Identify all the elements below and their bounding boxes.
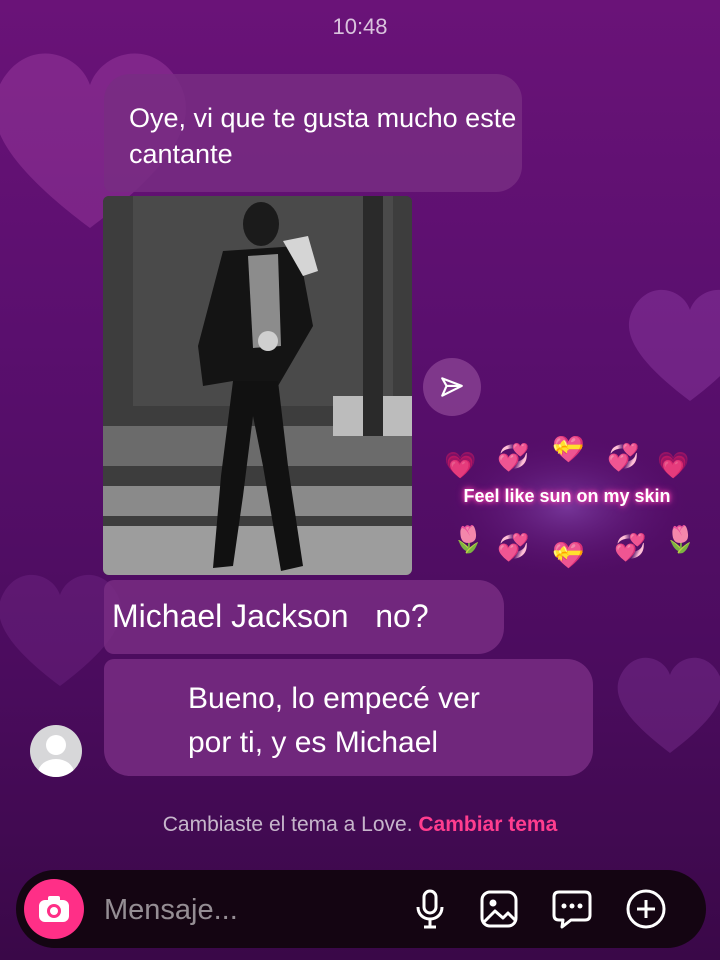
avatar[interactable] [30,725,82,777]
share-button[interactable] [423,358,481,416]
singer-photo-illustration [103,196,412,575]
sticker-text: Feel like sun on my skin [463,486,671,506]
message-timestamp: 10:48 [332,14,388,39]
heart-emoji-icon: 💞 [497,442,530,472]
microphone-button[interactable] [408,887,452,931]
message-text: Oye, vi que te gusta mucho este cantante [129,103,517,169]
microphone-icon [416,889,444,929]
gallery-icon [480,890,518,928]
tulip-emoji-icon: 🌷 [664,524,697,554]
camera-button[interactable] [24,879,84,939]
shared-photo[interactable] [103,196,412,575]
plus-icon [626,889,666,929]
camera-icon [39,896,69,922]
message-composer: Mensaje... [16,870,706,948]
gallery-button[interactable] [477,887,521,931]
add-button[interactable] [624,887,668,931]
background-heart [628,290,720,401]
theme-change-notice: Cambiaste el tema a Love. Cambiar tema [0,813,720,837]
notice-text: Cambiaste el tema a Love. [162,813,413,836]
sticker-icon [552,890,592,929]
heart-emoji-icon: 💗 [657,450,690,480]
heart-emoji-icon: 💞 [497,532,530,562]
avatar-placeholder-icon [38,735,74,777]
message-bubble-received[interactable]: Bueno, lo empecé ver por ti, y es Michae… [104,659,593,776]
message-bubble-received[interactable]: Oye, vi que te gusta mucho este cantante [104,74,522,192]
tulip-emoji-icon: 🌷 [452,524,485,554]
gift-heart-emoji-icon: 💝 [552,540,585,570]
love-sticker[interactable]: 💗 💞 💝 💞 💗 🌷 💞 💝 💞 🌷 Feel like sun on my … [442,432,702,582]
message-bubble-received[interactable]: Michael Jackson no? [104,580,504,654]
sticker-button[interactable] [550,887,594,931]
message-input[interactable]: Mensaje... [104,894,238,927]
message-text: Bueno, lo empecé ver por ti, y es Michae… [188,682,480,759]
heart-emoji-icon: 💞 [607,442,640,472]
heart-emoji-icon: 💗 [444,450,477,480]
gift-heart-emoji-icon: 💝 [552,434,585,464]
message-text: Michael Jackson no? [112,598,429,634]
background-heart [617,657,720,753]
share-icon [441,377,463,397]
change-theme-link[interactable]: Cambiar tema [418,813,557,836]
heart-emoji-icon: 💞 [614,532,647,562]
